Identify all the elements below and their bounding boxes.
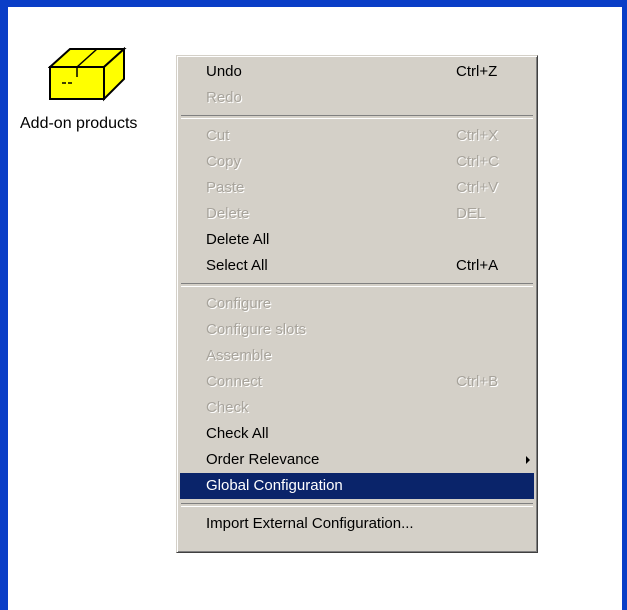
menu-item-shortcut: Ctrl+A <box>456 257 499 274</box>
menu-item-delete[interactable]: Delete DEL <box>180 201 534 227</box>
menu-item-shortcut: Ctrl+X <box>456 127 499 144</box>
menu-item-label: Check All <box>206 425 269 442</box>
menu-item-delete-all[interactable]: Delete All <box>180 227 534 253</box>
menu-item-label: Global Configuration <box>206 477 343 494</box>
menu-item-import-external-configuration[interactable]: Import External Configuration... <box>180 511 534 537</box>
menu-item-label: Configure <box>206 295 272 312</box>
menu-item-label: Select All <box>206 257 268 274</box>
menu-item-global-configuration[interactable]: Global Configuration <box>180 473 534 499</box>
menu-item-shortcut: Ctrl+B <box>456 373 499 390</box>
menu-separator <box>181 503 533 507</box>
menu-item-copy[interactable]: Copy Ctrl+C <box>180 149 534 175</box>
menu-item-assemble[interactable]: Assemble <box>180 343 534 369</box>
menu-item-label: Connect <box>206 373 262 390</box>
icon-label: Add-on products <box>20 115 138 132</box>
menu-item-label: Assemble <box>206 347 272 364</box>
yellow-box-icon <box>48 47 127 102</box>
menu-item-label: Configure slots <box>206 321 307 338</box>
menu-item-undo[interactable]: Undo Ctrl+Z <box>180 59 534 85</box>
menu-item-shortcut: DEL <box>456 205 486 222</box>
menu-item-label: Import External Configuration... <box>206 515 414 532</box>
menu-item-cut[interactable]: Cut Ctrl+X <box>180 123 534 149</box>
menu-item-shortcut: Ctrl+C <box>456 153 499 170</box>
menu-item-redo[interactable]: Redo <box>180 85 534 111</box>
menu-item-check[interactable]: Check <box>180 395 534 421</box>
menu-item-label: Delete All <box>206 231 270 248</box>
menu-item-check-all[interactable]: Check All <box>180 421 534 447</box>
menu-item-configure[interactable]: Configure <box>180 291 534 317</box>
menu-separator <box>181 283 533 287</box>
menu-item-shortcut: Ctrl+Z <box>456 63 498 80</box>
menu-item-label: Delete <box>206 205 250 222</box>
menu-item-paste[interactable]: Paste Ctrl+V <box>180 175 534 201</box>
menu-item-label: Paste <box>206 179 245 196</box>
menu-item-label: Redo <box>206 89 242 106</box>
menu-separator <box>181 115 533 119</box>
menu-item-label: Undo <box>206 63 242 80</box>
menu-item-label: Copy <box>206 153 242 170</box>
menu-item-label: Check <box>206 399 249 416</box>
menu-item-shortcut: Ctrl+V <box>456 179 499 196</box>
submenu-arrow-icon <box>526 456 530 464</box>
menu-item-label: Cut <box>206 127 230 144</box>
menu-item-label: Order Relevance <box>206 451 320 468</box>
menu-item-connect[interactable]: Connect Ctrl+B <box>180 369 534 395</box>
menu-item-select-all[interactable]: Select All Ctrl+A <box>180 253 534 279</box>
menu-item-configure-slots[interactable]: Configure slots <box>180 317 534 343</box>
context-menu: Undo Ctrl+Z Redo Cut Ctrl+X Copy Ctrl+C Paste Ct… <box>176 55 538 553</box>
menu-item-order-relevance[interactable]: Order Relevance <box>180 447 534 473</box>
